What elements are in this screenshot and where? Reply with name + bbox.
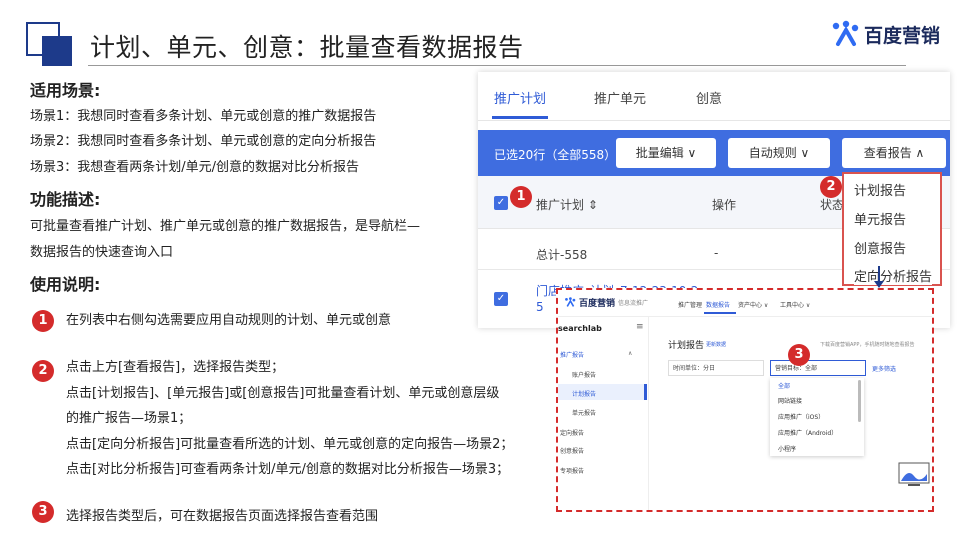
row-checkbox[interactable]: ✓: [494, 292, 508, 306]
step-line: 选择报告类型后，可在数据报告页面选择报告查看范围: [66, 509, 379, 524]
nav-data-report[interactable]: 数据报告: [706, 300, 730, 309]
step-line: 在列表中右侧勾选需要应用自动规则的计划、单元或创意: [66, 313, 392, 328]
nav-asset-center[interactable]: 资产中心 ∨: [738, 300, 768, 309]
step-line: 点击[对比分析报告]可查看两条计划/单元/创意的数据对比分析报告—场景3；: [66, 462, 510, 477]
usage-heading: 使用说明:: [30, 275, 101, 294]
sidebar-item-special-report[interactable]: 专项报告: [560, 466, 584, 475]
nav-active-indicator: [704, 312, 736, 314]
active-tab-indicator: [492, 116, 548, 119]
marketing-target-select[interactable]: 营销目标：全部: [770, 360, 866, 376]
menu-item-plan-report[interactable]: 计划报告: [854, 180, 906, 199]
tab-unit[interactable]: 推广单元: [594, 88, 646, 107]
selected-count: 已选20行（全部558）: [494, 148, 617, 162]
title-decoration-fill: [42, 36, 72, 66]
function-heading: 功能描述:: [30, 190, 101, 209]
scene-line: 场景2：我想同时查看多条计划、单元或创意的定向分析报告: [30, 134, 377, 149]
row-plan-name-cont[interactable]: 5: [536, 300, 544, 314]
step-number-badge: 2: [32, 360, 54, 382]
baidu-marketing-icon: [832, 20, 859, 46]
menu-item-targeting-report[interactable]: 定向分析报告: [854, 266, 933, 285]
report-title: 计划报告: [668, 341, 705, 351]
scene-line: 场景3：我想查看两条计划/单元/创意的数据对比分析报告: [30, 160, 360, 175]
column-status: 状态: [820, 198, 845, 212]
step-line: 点击上方[查看报告]，选择报告类型；: [66, 360, 285, 375]
collapse-icon[interactable]: ≡: [636, 322, 644, 332]
step-line: 点击[计划报告]、[单元报告]或[创意报告]可批量查看计划、单元或创意层级: [66, 386, 500, 401]
sidebar-item-account-report[interactable]: 账户报告: [572, 370, 596, 379]
step-1-badge: 1: [510, 186, 532, 208]
sidebar-item-targeting-report[interactable]: 定向报告: [560, 428, 584, 437]
sidebar-active-indicator: [644, 384, 647, 400]
sidebar-item-promo-report[interactable]: 推广报告: [560, 350, 584, 359]
baidu-marketing-icon: [565, 297, 576, 307]
total-row-label: 总计-558: [536, 248, 588, 262]
step-number-badge: 1: [32, 310, 54, 332]
app-promo[interactable]: 下载百度营销APP，手机随时随地查看报告: [820, 341, 914, 348]
option-app-android[interactable]: 应用推广（Android）: [778, 428, 837, 437]
brand-sub: 信息流推广: [618, 300, 649, 307]
function-line: 数据报告的快速查询入口: [30, 245, 174, 260]
step-number-badge: 3: [32, 501, 54, 523]
batch-edit-button[interactable]: 批量编辑 ∨: [616, 138, 716, 168]
auto-rule-button[interactable]: 自动规则 ∨: [728, 138, 830, 168]
dropdown-scrollbar[interactable]: [858, 380, 861, 422]
chart-illustration-icon: [898, 460, 930, 492]
tab-creative[interactable]: 创意: [696, 88, 722, 107]
option-website-link[interactable]: 网站链接: [778, 396, 802, 405]
tab-plan[interactable]: 推广计划: [494, 88, 546, 107]
time-unit-select[interactable]: 时间单位：分日: [668, 360, 764, 376]
option-mini-program[interactable]: 小程序: [778, 444, 796, 453]
step-2-badge: 2: [820, 176, 842, 198]
flow-arrow-head: [874, 281, 884, 288]
title-divider: [88, 65, 906, 66]
brand-name: 百度营销: [579, 299, 616, 309]
scene-line: 场景1：我想同时查看多条计划、单元或创意的推广数据报告: [30, 109, 377, 124]
step-3-badge: 3: [788, 344, 810, 366]
step-line: 点击[定向分析报告]可批量查看所选的计划、单元或创意的定向报告—场景2；: [66, 437, 514, 452]
column-operation: 操作: [712, 198, 737, 212]
data-report-screenshot: 百度营销 信息流推广 推广管理 数据报告 资产中心 ∨ 工具中心 ∨ searc…: [556, 288, 934, 512]
more-filter-link[interactable]: 更多筛选: [872, 364, 896, 373]
nav-tool-center[interactable]: 工具中心 ∨: [780, 300, 810, 309]
chevron-up-icon: ∧: [628, 350, 633, 357]
select-all-checkbox[interactable]: ✓: [494, 196, 508, 210]
column-plan[interactable]: 推广计划 ⇕: [536, 196, 598, 213]
scenes-heading: 适用场景:: [30, 81, 101, 100]
view-report-button[interactable]: 查看报告 ∧: [842, 138, 946, 168]
total-row-op: -: [714, 246, 719, 260]
sidebar-item-unit-report[interactable]: 单元报告: [572, 408, 596, 417]
update-data-link[interactable]: 更新数据: [706, 341, 726, 348]
baidu-logo: 百度营销: [830, 20, 940, 48]
brand: 百度营销 信息流推广: [564, 296, 648, 309]
account-name: searchlab: [558, 324, 602, 333]
sidebar-item-creative-report[interactable]: 创意报告: [560, 446, 584, 455]
menu-item-unit-report[interactable]: 单元报告: [854, 209, 906, 228]
sidebar-item-plan-report[interactable]: 计划报告: [572, 389, 596, 398]
option-app-ios[interactable]: 应用推广（iOS）: [778, 412, 824, 421]
page-title: 计划、单元、创意：批量查看数据报告: [90, 33, 524, 62]
option-all[interactable]: 全部: [778, 381, 790, 390]
logo-text: 百度营销: [864, 24, 941, 47]
function-line: 可批量查看推广计划、推广单元或创意的推广数据报告，是导航栏—: [30, 219, 421, 234]
step-line: 的推广报告—场景1；: [66, 411, 192, 426]
menu-item-creative-report[interactable]: 创意报告: [854, 238, 906, 257]
nav-promo-management[interactable]: 推广管理: [678, 300, 702, 309]
